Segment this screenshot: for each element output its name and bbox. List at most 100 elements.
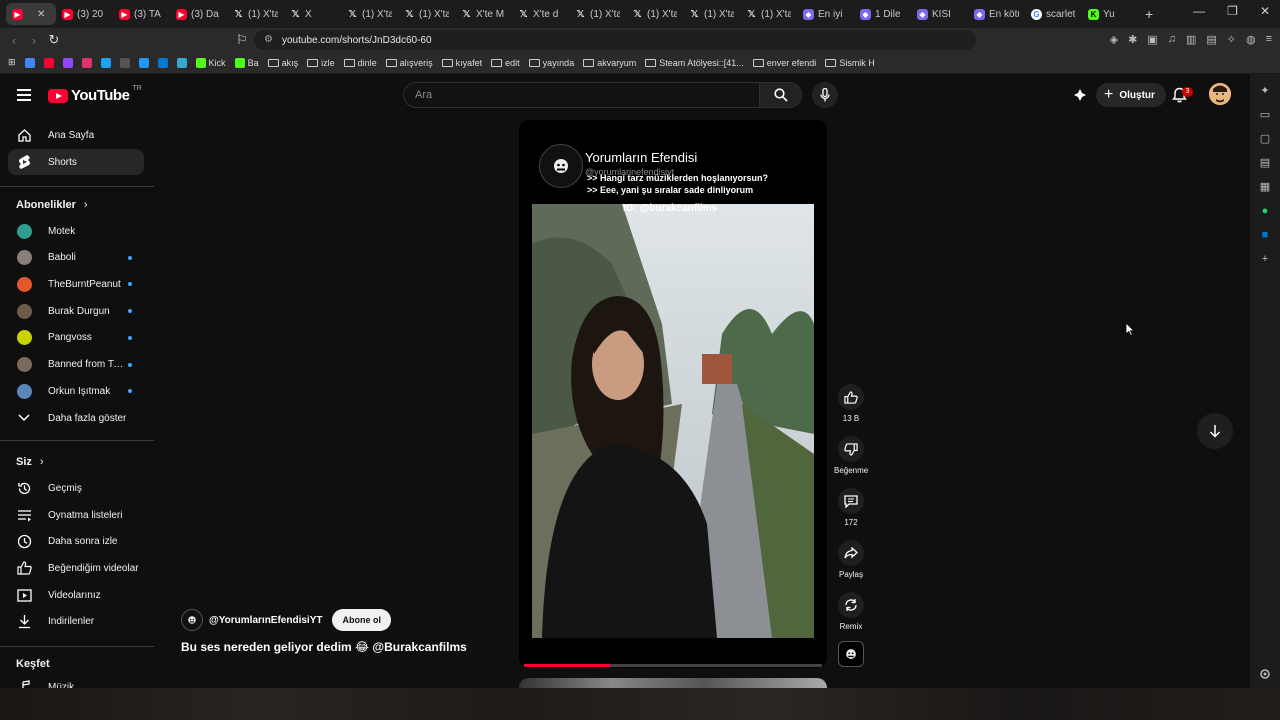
extensions-icon[interactable]: ✱ (1128, 33, 1137, 46)
subscription-item[interactable]: Burak Durgun (8, 298, 144, 324)
bookmark-item[interactable]: dinle (343, 58, 377, 68)
browser-tab[interactable]: ◆ En iyi (797, 3, 854, 25)
browser-tab[interactable]: 𝕏 (1) X'ta (626, 3, 683, 25)
ai-create-icon[interactable] (1073, 88, 1087, 107)
bookmark-item[interactable]: Ba (234, 57, 259, 68)
add-panel-icon[interactable]: + (1258, 252, 1272, 266)
subscription-item[interactable]: Orkun Işıtmak (8, 378, 144, 404)
show-more-button[interactable]: Daha fazla göster (8, 405, 144, 431)
subscription-item[interactable]: Motek (8, 218, 144, 244)
close-window-icon[interactable]: ✕ (1260, 4, 1270, 18)
like-button[interactable] (838, 384, 864, 410)
youtube-logo[interactable]: YouTube TR (48, 85, 142, 104)
comments-action[interactable]: 172 (834, 488, 868, 527)
bookmark-item[interactable]: kıyafet (441, 58, 482, 68)
subscription-item[interactable]: Banned from Twi... (8, 352, 144, 378)
bookmark-item[interactable]: izle (307, 58, 335, 68)
bookmark-favicon-icon[interactable] (157, 57, 168, 68)
sidebar-item-watch-later[interactable]: Daha sonra izle (8, 528, 144, 554)
channel-avatar[interactable] (181, 609, 203, 631)
browser-tab[interactable]: 𝕏 (1) X'ta (740, 3, 797, 25)
browser-tab[interactable]: ◆ KISI (911, 3, 968, 25)
subscribe-button[interactable]: Abone ol (332, 609, 391, 631)
bookmark-favicon-icon[interactable] (100, 57, 111, 68)
browser-tab[interactable]: K Yu (1082, 3, 1139, 25)
browser-tab[interactable]: 𝕏 X'te M (455, 3, 512, 25)
wallet-icon[interactable]: ▤ (1206, 33, 1216, 46)
sidebar-item-home[interactable]: Ana Sayfa (8, 122, 144, 148)
reading-icon[interactable]: ▦ (1258, 180, 1272, 194)
browser-tab[interactable]: ◆ En kötü (968, 3, 1025, 25)
next-short-button[interactable] (1197, 413, 1233, 449)
search-input[interactable] (404, 83, 759, 107)
browser-tab[interactable]: ▶ ✕ (6, 3, 56, 25)
ai-chat-icon[interactable]: ✦ (1258, 84, 1272, 98)
bookmark-favicon-icon[interactable] (138, 57, 149, 68)
shorts-player[interactable]: Yorumların Efendisi @yorumlarinefendisiy… (519, 120, 827, 668)
reload-icon[interactable]: ↻ (44, 32, 64, 48)
remix-action[interactable]: Remix (834, 592, 868, 631)
shield-icon[interactable]: ◈ (1110, 33, 1118, 46)
bookmark-favicon-icon[interactable] (62, 57, 73, 68)
restore-icon[interactable]: ❐ (1227, 4, 1238, 18)
subscription-item[interactable]: Pangvoss (8, 325, 144, 351)
vpn-icon[interactable]: ◍ (1246, 33, 1256, 46)
bookmark-favicon-icon[interactable] (119, 57, 130, 68)
browser-tab[interactable]: 𝕏 (1) X'ta (683, 3, 740, 25)
browser-tab[interactable]: ▶ (3) Da (170, 3, 227, 25)
bookmark-item[interactable]: yayında (528, 58, 574, 68)
browser-tab[interactable]: ▶ (3) TA (113, 3, 170, 25)
ai-icon[interactable]: ✧ (1227, 33, 1236, 46)
channel-thumbnail-button[interactable] (838, 641, 864, 667)
bookmark-page-icon[interactable]: ⚐ (232, 32, 252, 48)
voice-search-button[interactable] (812, 82, 838, 108)
search-button[interactable] (759, 82, 802, 108)
you-heading[interactable]: Siz › (16, 456, 44, 468)
bookmark-item[interactable]: Sismik H (825, 58, 875, 68)
dislike-action[interactable]: Beğenme (834, 436, 868, 475)
wallet-panel-icon[interactable]: ▢ (1258, 132, 1272, 146)
notes-icon[interactable]: ▤ (1258, 156, 1272, 170)
short-caption[interactable]: Bu ses nereden geliyor dedim 😂 @Burakcan… (181, 640, 467, 654)
apps-icon[interactable]: ⊞ (8, 57, 16, 68)
bookmark-item[interactable]: edit (491, 58, 520, 68)
progress-bar[interactable] (524, 664, 822, 667)
bookmark-item[interactable]: alışveriş (385, 58, 433, 68)
subscription-item[interactable]: Baboli (8, 245, 144, 271)
outlook-icon[interactable]: ■ (1258, 228, 1272, 242)
subscriptions-heading[interactable]: Abonelikler › (16, 199, 88, 211)
account-avatar[interactable] (1209, 83, 1231, 105)
url-bar[interactable]: ⚙ youtube.com/shorts/JnD3dc60-60 (254, 30, 976, 50)
browser-tab[interactable]: Gscarlet (1025, 3, 1082, 25)
browser-tab[interactable]: 𝕏 (1) X'ta (569, 3, 626, 25)
browser-tab[interactable]: 𝕏 (1) X'ta (341, 3, 398, 25)
subscription-item[interactable]: TheBurntPeanut (8, 271, 144, 297)
menu-icon[interactable]: ≡ (1266, 33, 1272, 46)
sidebar-item-your-videos[interactable]: Videolarınız (8, 582, 144, 608)
sidebar-item-playlists[interactable]: Oynatma listeleri (8, 502, 144, 528)
browser-tab[interactable]: ▶ (3) 20 (56, 3, 113, 25)
close-tab-icon[interactable]: ✕ (37, 9, 45, 20)
dislike-button[interactable] (838, 436, 864, 462)
screenshot-icon[interactable]: ▣ (1147, 33, 1157, 46)
bookmark-item[interactable]: enver efendi (752, 58, 816, 68)
bookmark-item[interactable]: akvaryum (583, 58, 636, 68)
new-tab-icon[interactable]: + (1145, 6, 1153, 22)
sidebar-toggle-icon[interactable]: ▥ (1186, 33, 1196, 46)
browser-tab[interactable]: 𝕏 X'te d (512, 3, 569, 25)
back-icon[interactable]: ‹ (4, 33, 24, 48)
channel-handle[interactable]: @YorumlarınEfendisiYT (209, 615, 322, 626)
bookmark-favicon-icon[interactable] (24, 57, 35, 68)
sidebar-item-history[interactable]: Geçmiş (8, 475, 144, 501)
bookmark-favicon-icon[interactable] (43, 57, 54, 68)
bookmark-favicon-icon[interactable] (81, 57, 92, 68)
sidebar-item-liked-videos[interactable]: Beğendiğim videolar (8, 555, 144, 581)
guide-menu-icon[interactable] (17, 89, 31, 101)
like-action[interactable]: 13 B (834, 384, 868, 423)
comments-button[interactable] (838, 488, 864, 514)
panel-settings-icon[interactable] (1259, 667, 1271, 685)
browser-tab[interactable]: 𝕏 (1) X'ta (227, 3, 284, 25)
whatsapp-icon[interactable]: ● (1258, 204, 1272, 218)
bookmark-item[interactable]: Steam Atölyesi::[41... (645, 58, 744, 68)
share-button[interactable] (838, 540, 864, 566)
